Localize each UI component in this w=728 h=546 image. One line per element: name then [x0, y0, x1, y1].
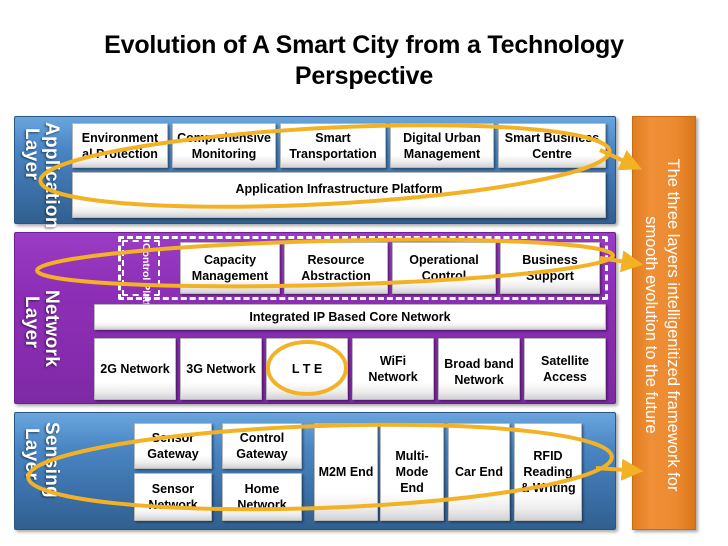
sense-box-rfid-reading-writing[interactable]: RFID Reading & Writing — [514, 423, 582, 521]
net-box-lte[interactable]: L T E — [266, 338, 348, 400]
page-title: Evolution of A Smart City from a Technol… — [104, 31, 624, 91]
evolution-banner-text: The three layers intelligenitized framew… — [641, 158, 682, 492]
app-infrastructure-platform[interactable]: Application Infrastructure Platform — [72, 172, 606, 218]
net-box-2g-network[interactable]: 2G Network — [94, 338, 176, 400]
net-box-operational-control[interactable]: Operational Control — [392, 242, 496, 294]
net-box-satellite-access[interactable]: Satellite Access — [524, 338, 606, 400]
app-box-smart-business-centre[interactable]: Smart Business Centre — [498, 123, 606, 168]
sense-box-m2m-end[interactable]: M2M End — [314, 423, 378, 521]
app-box-environmental-protection[interactable]: Environment al Protection — [72, 123, 168, 168]
net-box-capacity-management[interactable]: Capacity Management — [180, 242, 280, 294]
app-box-smart-transportation[interactable]: Smart Transportation — [280, 123, 386, 168]
net-box-broadband-network[interactable]: Broad band Network — [438, 338, 520, 400]
app-box-comprehensive-monitoring[interactable]: Comprehensive Monitoring — [172, 123, 276, 168]
sense-box-sensor-network[interactable]: Sensor Network — [134, 473, 212, 521]
sense-box-home-network[interactable]: Home Network — [222, 473, 302, 521]
slide-canvas: Evolution of A Smart City from a Technol… — [0, 0, 728, 546]
net-box-core-network[interactable]: Integrated IP Based Core Network — [94, 304, 606, 330]
application-layer-label-line1: Application — [41, 122, 62, 229]
control-platform-label: Control Platform — [140, 243, 152, 326]
network-layer-label-line2: Layer — [21, 296, 42, 349]
sensing-layer-label-line1: Sensing — [41, 422, 62, 499]
sense-box-sensor-gateway[interactable]: Sensor Gateway — [134, 423, 212, 469]
application-layer-label-line2: Layer — [21, 128, 42, 181]
sensing-layer-label-line2: Layer — [21, 428, 42, 481]
net-box-resource-abstraction[interactable]: Resource Abstraction — [284, 242, 388, 294]
net-box-wifi-network[interactable]: WiFi Network — [352, 338, 434, 400]
network-layer-label-line1: Network — [41, 290, 62, 368]
sense-box-multi-mode-end[interactable]: Multi- Mode End — [380, 423, 444, 521]
net-box-business-support[interactable]: Business Support — [500, 242, 600, 294]
app-box-digital-urban-management[interactable]: Digital Urban Management — [390, 123, 494, 168]
sense-box-car-end[interactable]: Car End — [448, 423, 510, 521]
sense-box-control-gateway[interactable]: Control Gateway — [222, 423, 302, 469]
net-box-3g-network[interactable]: 3G Network — [180, 338, 262, 400]
